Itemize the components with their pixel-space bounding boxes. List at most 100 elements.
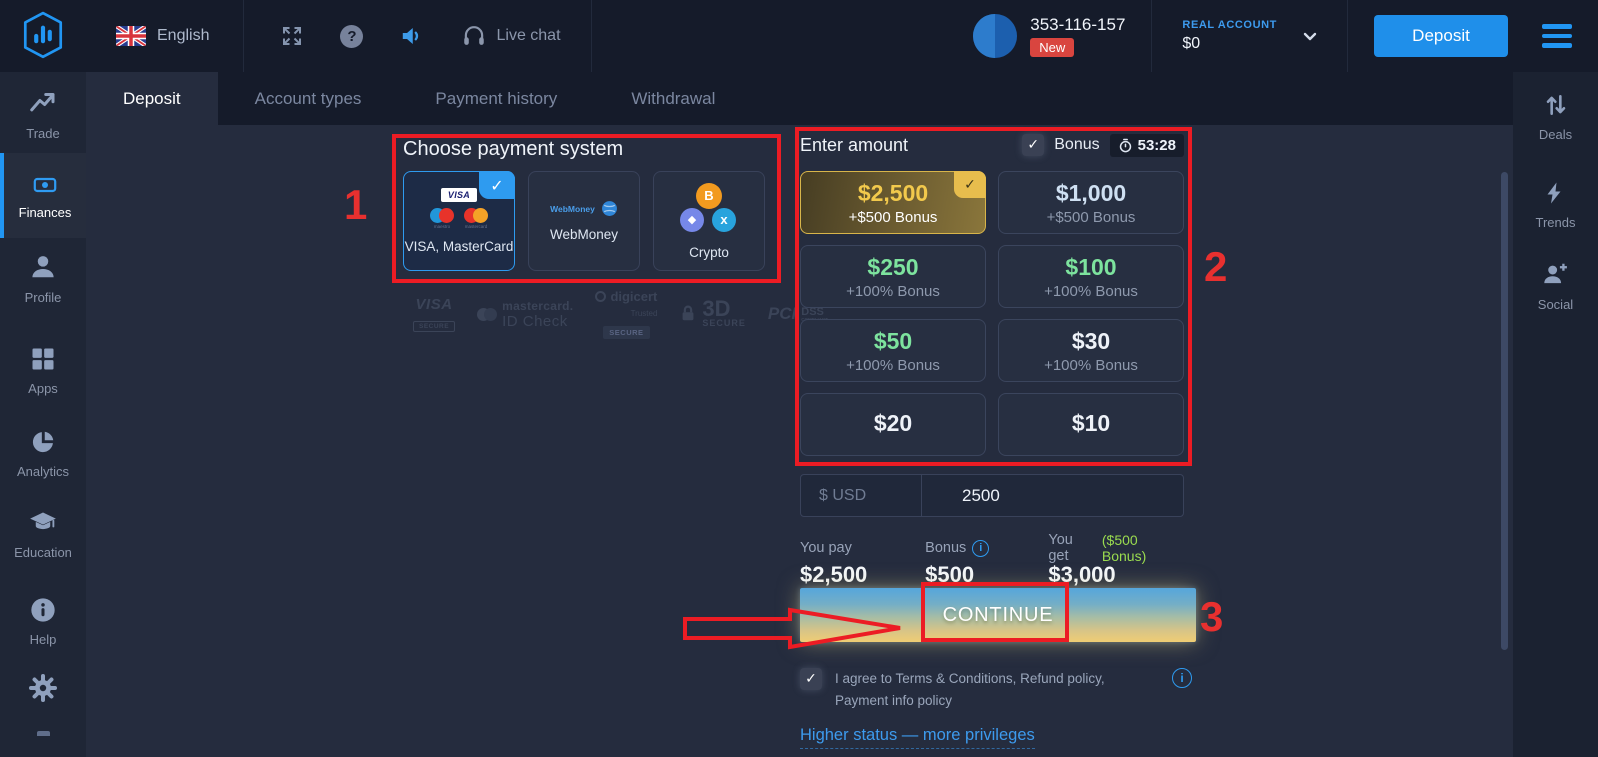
you-pay-label: You pay bbox=[800, 540, 852, 556]
fullscreen-button[interactable] bbox=[280, 24, 304, 48]
agreement-text: I agree to Terms & Conditions, Refund po… bbox=[835, 668, 1153, 712]
amount-section-title: Enter amount bbox=[800, 135, 908, 156]
ethereum-icon: ◆ bbox=[680, 208, 704, 232]
payment-method-visa-mastercard[interactable]: ✓ VISA maestro mastercard bbox=[403, 171, 515, 271]
payment-method-crypto[interactable]: B ◆ x Crypto bbox=[653, 171, 765, 271]
mastercard-idcheck-badge: mastercard. ID Check bbox=[477, 299, 573, 330]
agreement-checkbox[interactable]: ✓ bbox=[800, 668, 822, 690]
you-pay-value: $2,500 bbox=[800, 562, 925, 588]
sidebar-item-help[interactable]: Help bbox=[0, 596, 86, 647]
sidebar-item-trends[interactable]: Trends bbox=[1536, 180, 1576, 230]
uk-flag-icon bbox=[116, 26, 146, 46]
gear-icon bbox=[28, 673, 58, 703]
graduation-cap-icon bbox=[27, 509, 59, 537]
amount-option-50[interactable]: $50 +100% Bonus bbox=[800, 319, 986, 382]
higher-status-link[interactable]: Higher status — more privileges bbox=[800, 726, 1035, 749]
amount-option-2500[interactable]: $2,500 +$500 Bonus ✓ bbox=[800, 171, 986, 234]
divider bbox=[1347, 0, 1348, 72]
currency-selector[interactable]: $ USD bbox=[801, 475, 922, 516]
menu-button[interactable] bbox=[1542, 24, 1572, 48]
payment-section-title: Choose payment system bbox=[403, 137, 775, 161]
amount-option-100[interactable]: $100 +100% Bonus bbox=[998, 245, 1184, 308]
card-logos: maestro mastercard bbox=[430, 208, 488, 229]
amount-option-30[interactable]: $30 +100% Bonus bbox=[998, 319, 1184, 382]
chevron-down-icon bbox=[1303, 32, 1317, 41]
tab-payment-history[interactable]: Payment history bbox=[398, 72, 594, 125]
sidebar-item-profile[interactable]: Profile bbox=[0, 252, 86, 305]
divider bbox=[1151, 0, 1152, 72]
banknote-icon bbox=[30, 173, 60, 197]
amount-options-grid: $2,500 +$500 Bonus ✓ $1,000 +$500 Bonus … bbox=[800, 171, 1184, 456]
tab-bar: Deposit Account types Payment history Wi… bbox=[86, 72, 1513, 125]
speaker-icon bbox=[399, 23, 425, 49]
sidebar-item-apps[interactable]: Apps bbox=[0, 345, 86, 396]
account-type-label: REAL ACCOUNT bbox=[1182, 19, 1277, 31]
continue-button[interactable]: CONTINUE bbox=[800, 588, 1196, 642]
webmoney-logo: WebMoney bbox=[550, 204, 595, 214]
add-person-icon bbox=[1541, 260, 1569, 288]
sidebar-item-deals[interactable]: Deals bbox=[1539, 92, 1572, 142]
partial-icon bbox=[37, 731, 50, 736]
amount-option-250[interactable]: $250 +100% Bonus bbox=[800, 245, 986, 308]
payment-method-label: WebMoney bbox=[550, 227, 618, 242]
sidebar-item-finances[interactable]: Finances bbox=[0, 153, 86, 238]
ripple-icon: x bbox=[712, 208, 736, 232]
account-type-dropdown[interactable]: REAL ACCOUNT $0 bbox=[1151, 0, 1348, 72]
amount-section: Enter amount ✓ Bonus 53:28 bbox=[800, 133, 1184, 749]
amount-option-10[interactable]: $10 bbox=[998, 393, 1184, 456]
main-area: Deposit Account types Payment history Wi… bbox=[86, 72, 1513, 757]
sidebar-item-settings[interactable] bbox=[0, 673, 86, 703]
tab-withdrawal[interactable]: Withdrawal bbox=[594, 72, 752, 125]
you-get-bonus-note: ($500 Bonus) bbox=[1102, 532, 1184, 564]
agreement-info-icon[interactable]: i bbox=[1172, 668, 1192, 688]
account-info[interactable]: 353-116-157 New bbox=[973, 14, 1125, 58]
left-sidebar: Trade Finances Profile Apps bbox=[0, 72, 86, 757]
grid-icon bbox=[29, 345, 57, 373]
top-bar: English ? Live chat 353-1 bbox=[0, 0, 1598, 72]
content-area: Choose payment system ✓ VISA maestro bbox=[86, 125, 1513, 757]
sidebar-item-trade[interactable]: Trade bbox=[0, 88, 86, 141]
crypto-icons: B ◆ x bbox=[678, 183, 740, 235]
visa-logo: VISA bbox=[441, 188, 477, 202]
headset-icon bbox=[461, 23, 487, 49]
payment-method-label: Crypto bbox=[689, 245, 729, 260]
sidebar-item-social[interactable]: Social bbox=[1538, 260, 1573, 312]
logo-hexagon-icon bbox=[20, 11, 66, 61]
amount-option-20[interactable]: $20 bbox=[800, 393, 986, 456]
fullscreen-icon bbox=[280, 24, 304, 48]
question-icon: ? bbox=[340, 25, 363, 48]
agreement-row: ✓ I agree to Terms & Conditions, Refund … bbox=[800, 668, 1196, 712]
account-id: 353-116-157 bbox=[1030, 15, 1125, 35]
language-selector[interactable]: English bbox=[116, 26, 209, 46]
deposit-button[interactable]: Deposit bbox=[1374, 15, 1508, 57]
help-button[interactable]: ? bbox=[340, 25, 363, 48]
lightning-icon bbox=[1543, 180, 1567, 206]
you-get-label: You get bbox=[1048, 532, 1096, 564]
3d-secure-badge: 3D SECURE bbox=[679, 300, 746, 328]
up-down-arrows-icon bbox=[1543, 92, 1569, 118]
new-badge: New bbox=[1030, 38, 1074, 57]
sidebar-item-education[interactable]: Education bbox=[0, 509, 86, 560]
bonus-timer: 53:28 bbox=[1110, 134, 1184, 157]
trust-badges: VISA SECURE mastercard. ID Check di bbox=[413, 289, 775, 339]
tab-account-types[interactable]: Account types bbox=[218, 72, 399, 125]
amount-option-1000[interactable]: $1,000 +$500 Bonus bbox=[998, 171, 1184, 234]
deposit-summary: You pay $2,500 Bonus i $500 You get ( bbox=[800, 539, 1184, 588]
payment-method-webmoney[interactable]: WebMoney WebMoney bbox=[528, 171, 640, 271]
avatar bbox=[973, 14, 1017, 58]
right-sidebar: Deals Trends Social bbox=[1513, 72, 1598, 757]
digicert-badge: digicert Trusted SECURE bbox=[595, 289, 657, 339]
amount-input[interactable] bbox=[922, 475, 1183, 516]
sidebar-item-analytics[interactable]: Analytics bbox=[0, 428, 86, 479]
info-icon bbox=[29, 596, 57, 624]
app-logo[interactable] bbox=[0, 11, 86, 61]
tab-deposit[interactable]: Deposit bbox=[86, 72, 218, 125]
selected-check-icon: ✓ bbox=[954, 171, 986, 198]
vertical-scrollbar[interactable] bbox=[1501, 172, 1508, 650]
live-chat-button[interactable]: Live chat bbox=[461, 23, 560, 49]
sound-button[interactable] bbox=[399, 23, 425, 49]
bonus-info-icon[interactable]: i bbox=[972, 540, 989, 557]
bonus-checkbox[interactable]: ✓ bbox=[1022, 134, 1044, 156]
divider bbox=[591, 0, 592, 72]
person-icon bbox=[28, 252, 58, 282]
